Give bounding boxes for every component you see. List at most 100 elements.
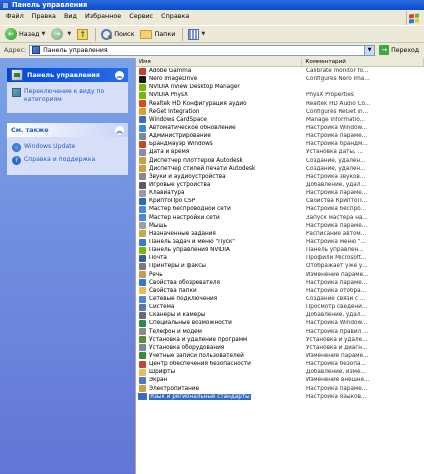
column-header-name[interactable]: Имя	[136, 58, 303, 66]
item-name: Сетевые подключения	[149, 296, 218, 302]
chevron-down-icon[interactable]: ▼	[41, 31, 45, 37]
list-item[interactable]: Брандмауэр Windows Настройка брандм...	[136, 140, 424, 148]
list-item[interactable]: ReGet Integration Configures ReGet in...	[136, 108, 424, 116]
column-header-comment[interactable]: Комментарий	[302, 58, 424, 66]
link-label: Справка и поддержка	[24, 156, 96, 164]
list-item[interactable]: Панель задач и меню "Пуск" Настройка меню…	[136, 238, 424, 246]
applet-icon	[138, 393, 147, 401]
item-comment: Настройка параме...	[306, 222, 368, 229]
list-item[interactable]: Центр обеспечения безопасности Настройка …	[136, 360, 424, 368]
views-icon	[188, 28, 200, 40]
applet-icon	[139, 385, 146, 393]
folder-up-icon: ↑	[77, 28, 89, 40]
menu-file[interactable]: Файл	[2, 12, 28, 20]
menu-tools[interactable]: Сервис	[125, 12, 157, 20]
list-item[interactable]: Свойства папки Настройка отобра...	[136, 287, 424, 295]
item-name: NVIDIA PhysX	[149, 92, 188, 99]
list-item[interactable]: Windows CardSpace Manage Informatio...	[136, 116, 424, 124]
list-item[interactable]: Принтеры и факсы Отображает уже у...	[136, 262, 424, 270]
list-item[interactable]: Шрифты Добавление, изме...	[136, 368, 424, 376]
back-button[interactable]: ← Назад ▼	[3, 27, 47, 41]
list-item[interactable]: Почта Профили Microsoft...	[136, 254, 424, 262]
list-item[interactable]: Adobe Gamma Calibrate monitor fo...	[136, 67, 424, 75]
list-item[interactable]: Автоматическое обновление Настройка Windo…	[136, 124, 424, 132]
list-item[interactable]: Панель управления NVIDIA Панель управлен.…	[136, 246, 424, 254]
list-item[interactable]: Учетные записи пользователей Изменение па…	[136, 352, 424, 360]
up-button[interactable]: ↑	[75, 27, 90, 41]
chevron-down-icon[interactable]: ▼	[201, 31, 205, 37]
list-item[interactable]: Мышь Настройка параме...	[136, 222, 424, 230]
list-item[interactable]: Администрирование Настройка параме...	[136, 132, 424, 140]
list-item[interactable]: Электропитание Настройка параме...	[136, 384, 424, 393]
help-support-link[interactable]: ? Справка и поддержка	[12, 156, 123, 166]
item-comment: Изменение параме...	[306, 271, 369, 278]
item-name: Установка и удаление программ	[149, 336, 248, 343]
list-item[interactable]: Диспетчер плоттеров Autodesk Создание, уд…	[136, 157, 424, 165]
item-comment: Настройка Window...	[306, 125, 368, 132]
forward-button[interactable]: → ▼	[49, 27, 73, 41]
control-panel-icon	[32, 46, 41, 54]
list-item[interactable]: Диспетчер стилей печати Autodesk Создание…	[136, 165, 424, 173]
list-item[interactable]: Звуки и аудиоустройства Настройка звуков.…	[136, 173, 424, 181]
go-button[interactable]: → Переход	[379, 45, 419, 55]
list-item[interactable]: Установка и удаление программ Установка и…	[136, 336, 424, 344]
item-name: Установка оборудования	[149, 344, 225, 351]
collapse-icon[interactable]: ︽	[115, 125, 124, 135]
list-item[interactable]: Сканеры и камеры Добавление, удал...	[136, 311, 424, 319]
item-name: Клавиатура	[149, 190, 185, 197]
item-comment: Добавление, удал...	[306, 182, 366, 189]
list-item[interactable]: Установка оборудования Установка и диагн.…	[136, 344, 424, 352]
collapse-icon[interactable]: ︽	[115, 70, 124, 80]
panel-header[interactable]: Панель управления ︽	[7, 68, 128, 82]
applet-icon	[139, 173, 146, 181]
chevron-down-icon[interactable]: ▼	[67, 31, 71, 37]
applet-icon	[139, 222, 146, 230]
applet-icon	[139, 189, 146, 197]
item-name: Дата и время	[149, 149, 190, 156]
menu-help[interactable]: Справка	[157, 12, 193, 20]
item-name-cell: Панель управления NVIDIA	[136, 246, 303, 254]
address-label: Адрес:	[4, 46, 27, 54]
item-comment: Просмотр сведени...	[306, 304, 368, 311]
list-header: Имя Комментарий	[136, 58, 424, 67]
views-button[interactable]: ▼	[186, 27, 207, 41]
list-item[interactable]: Клавиатура Настройка параме...	[136, 189, 424, 197]
search-button[interactable]: Поиск	[99, 27, 136, 41]
list-item[interactable]: КриптоПро CSP Свойства КриптоП...	[136, 197, 424, 205]
switch-to-category-link[interactable]: Переключение к виду по категориям	[12, 88, 123, 103]
list-item[interactable]: Свойства обозревателя Настройка параме...	[136, 279, 424, 287]
item-comment: Отображает уже у...	[306, 263, 368, 270]
menu-edit[interactable]: Правка	[28, 12, 60, 20]
item-name-cell: Свойства обозревателя	[136, 279, 303, 287]
list-item[interactable]: Мастер настройки сети Запуск мастера на..…	[136, 214, 424, 222]
item-name: КриптоПро CSP	[149, 198, 196, 205]
menu-favorites[interactable]: Избранное	[81, 12, 125, 20]
windows-update-link[interactable]: Windows Update	[12, 143, 123, 153]
folders-button[interactable]: Папки	[138, 27, 177, 41]
list-item[interactable]: Дата и время Установка даты, ...	[136, 148, 424, 156]
list-item[interactable]: Назначенные задания Расписание автом...	[136, 230, 424, 238]
list-item[interactable]: Телефон и модем Настройка правил ...	[136, 328, 424, 336]
item-name: Adobe Gamma	[149, 68, 192, 75]
panel-header[interactable]: См. также ︽	[7, 123, 128, 138]
item-name-cell: Принтеры и факсы	[136, 262, 303, 270]
list-item[interactable]: Система Просмотр сведени...	[136, 303, 424, 311]
list-item[interactable]: Nero ImageDrive Configures Nero Ima...	[136, 75, 424, 83]
list-item[interactable]: Экран Изменение внешне...	[136, 376, 424, 384]
item-name-cell: Установка оборудования	[136, 344, 303, 352]
list-item[interactable]: NVIDIA PhysX PhysX Properties	[136, 91, 424, 99]
list-item[interactable]: Мастер беспроводной сети Настройка беспро…	[136, 205, 424, 213]
list-item[interactable]: NVIDIA nView Desktop Manager	[136, 83, 424, 91]
list-item[interactable]: Специальные возможности Настройка Window.…	[136, 319, 424, 327]
list-item[interactable]: Realtek HD Конфигурация аудио Realtek HD …	[136, 100, 424, 108]
list-item[interactable]: Речь Изменение параме...	[136, 271, 424, 279]
chevron-down-icon[interactable]: ▼	[364, 45, 375, 55]
list-item[interactable]: Сетевые подключения Создание связи с ...	[136, 295, 424, 303]
item-name: Мастер беспроводной сети	[149, 206, 231, 213]
address-input[interactable]: Панель управления ▼	[29, 44, 376, 56]
title-bar: Панель управления	[0, 0, 424, 10]
list-item[interactable]: Игровые устройства Добавление, удал...	[136, 181, 424, 189]
control-panel-icon	[11, 69, 23, 81]
list-item[interactable]: Язык и региональные стандарты Настройка я…	[136, 393, 424, 401]
menu-view[interactable]: Вид	[60, 12, 81, 20]
